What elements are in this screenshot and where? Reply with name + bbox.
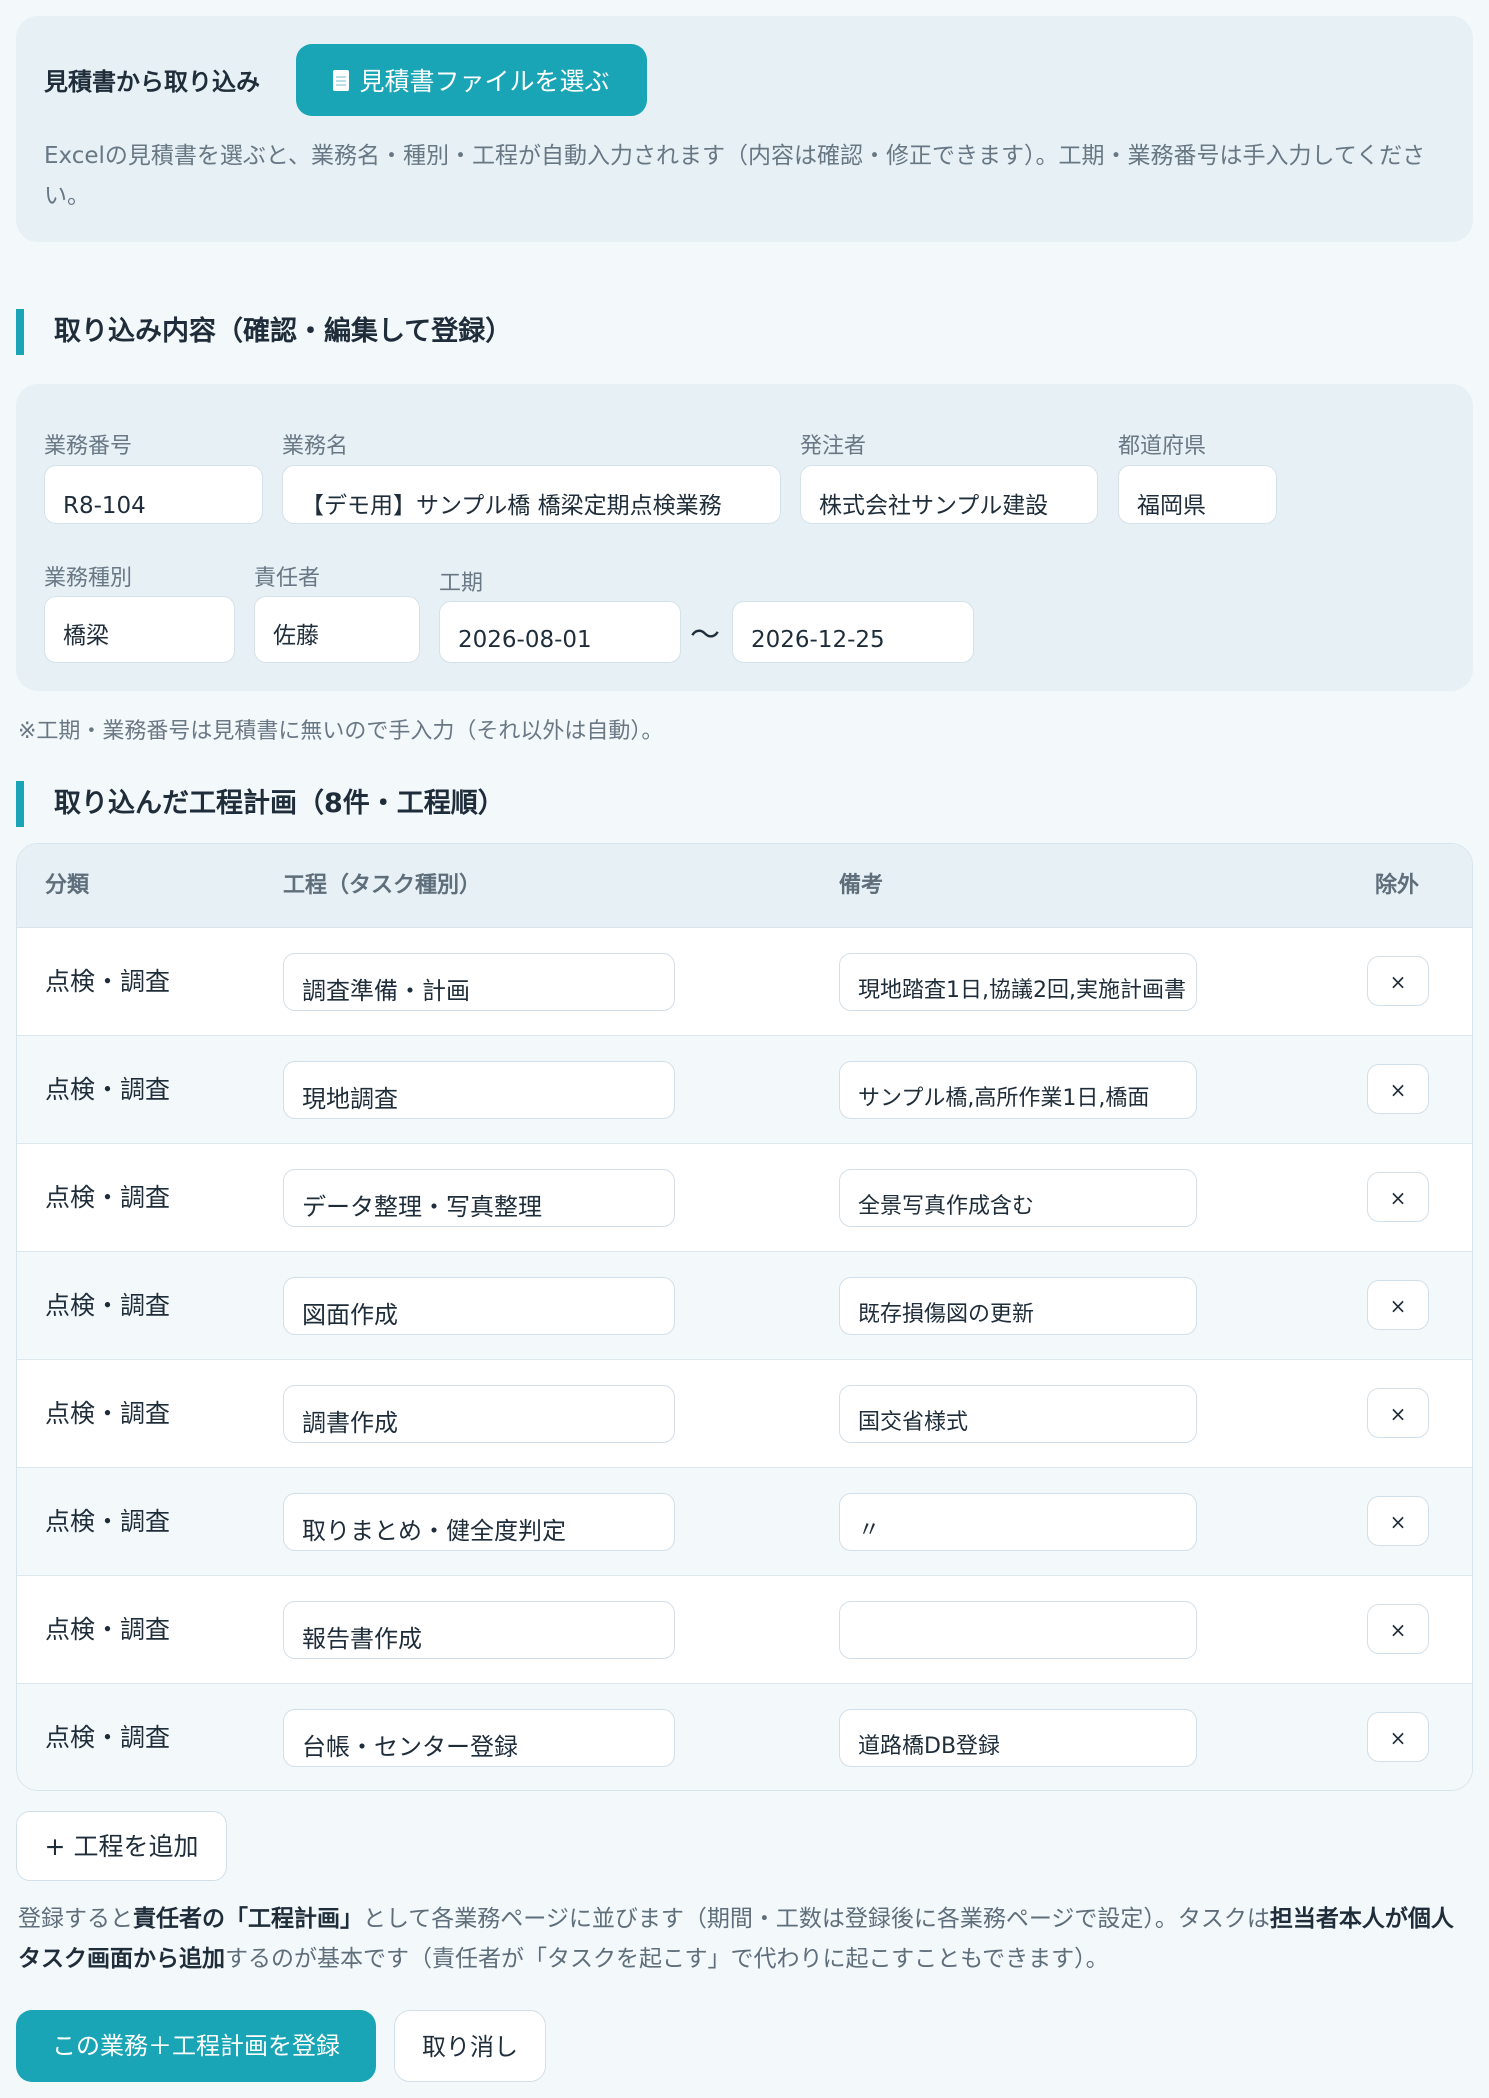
table-row: 点検・調査 図面作成 既存損傷図の更新 × [17, 1252, 1472, 1360]
row-memo-input[interactable]: 〃 [839, 1493, 1197, 1551]
table-row: 点検・調査 報告書作成 × [17, 1576, 1472, 1684]
row-category: 点検・調査 [45, 1183, 171, 1212]
row-remove-button[interactable]: × [1367, 1172, 1429, 1222]
cancel-button[interactable]: 取り消し [394, 2010, 546, 2082]
table-row: 点検・調査 取りまとめ・健全度判定 〃 × [17, 1468, 1472, 1576]
period-label: 工期 [439, 571, 484, 596]
row-task-input[interactable]: 図面作成 [283, 1277, 675, 1335]
row-remove-button[interactable]: × [1367, 956, 1429, 1006]
prefecture-field[interactable]: 福岡県 [1118, 465, 1277, 524]
table-header: 分類 工程（タスク種別） 備考 除外 [17, 844, 1472, 928]
content-section-heading: 取り込み内容（確認・編集して登録） [16, 309, 512, 355]
period-start-field[interactable]: 2026-08-01 [439, 601, 681, 663]
info-text-2: として各業務ページに並びます（期間・工数は登録後に各業務ページで設定）。タスクは [363, 1906, 1270, 1932]
row-task-input[interactable]: 現地調査 [283, 1061, 675, 1119]
period-separator: 〜 [690, 618, 720, 653]
row-remove-button[interactable]: × [1367, 1280, 1429, 1330]
table-row: 点検・調査 調書作成 国交省様式 × [17, 1360, 1472, 1468]
row-task-input[interactable]: 取りまとめ・健全度判定 [283, 1493, 675, 1551]
table-row: 点検・調査 現地調査 サンプル橋,高所作業1日,橋面 × [17, 1036, 1472, 1144]
job-type-field[interactable]: 橋梁 [44, 596, 235, 663]
row-memo-input[interactable] [839, 1601, 1197, 1659]
column-header-category: 分類 [45, 873, 90, 898]
row-category: 点検・調査 [45, 1075, 171, 1104]
manager-label: 責任者 [254, 566, 321, 591]
row-memo-input[interactable]: 全景写真作成含む [839, 1169, 1197, 1227]
row-category: 点検・調査 [45, 967, 171, 996]
table-row: 点検・調査 台帳・センター登録 道路橋DB登録 × [17, 1684, 1472, 1790]
process-table: 分類 工程（タスク種別） 備考 除外 点検・調査 調査準備・計画 現地踏査1日,協議… [16, 843, 1473, 1791]
row-remove-button[interactable]: × [1367, 1388, 1429, 1438]
row-category: 点検・調査 [45, 1723, 171, 1752]
row-memo-input[interactable]: サンプル橋,高所作業1日,橋面 [839, 1061, 1197, 1119]
row-task-input[interactable]: 報告書作成 [283, 1601, 675, 1659]
row-task-input[interactable]: 調査準備・計画 [283, 953, 675, 1011]
job-name-label: 業務名 [282, 434, 349, 459]
info-text-3: するのが基本です（責任者が「タスクを起こす」で代わりに起こすこともできます）。 [225, 1946, 1109, 1972]
row-memo-input[interactable]: 道路橋DB登録 [839, 1709, 1197, 1767]
process-section-heading: 取り込んだ工程計画（8件・工程順） [16, 781, 505, 827]
choose-estimate-file-label: 見積書ファイルを選ぶ [359, 67, 610, 96]
client-label: 発注者 [800, 434, 867, 459]
row-task-input[interactable]: 台帳・センター登録 [283, 1709, 675, 1767]
job-name-field[interactable]: 【デモ用】サンプル橋 橋梁定期点検業務 [282, 465, 781, 524]
register-button[interactable]: この業務＋工程計画を登録 [16, 2010, 376, 2082]
row-category: 点検・調査 [45, 1399, 171, 1428]
row-task-input[interactable]: 調書作成 [283, 1385, 675, 1443]
row-remove-button[interactable]: × [1367, 1712, 1429, 1762]
row-category: 点検・調査 [45, 1615, 171, 1644]
manager-field[interactable]: 佐藤 [254, 596, 420, 663]
table-row: 点検・調査 調査準備・計画 現地踏査1日,協議2回,実施計画書 × [17, 928, 1472, 1036]
column-header-remove: 除外 [1375, 873, 1420, 898]
row-memo-input[interactable]: 現地踏査1日,協議2回,実施計画書 [839, 953, 1197, 1011]
prefecture-label: 都道府県 [1118, 434, 1207, 459]
row-task-input[interactable]: データ整理・写真整理 [283, 1169, 675, 1227]
job-number-field[interactable]: R8-104 [44, 465, 263, 524]
import-title: 見積書から取り込み [44, 68, 260, 96]
registration-info: 登録すると責任者の「工程計画」として各業務ページに並びます（期間・工数は登録後に… [18, 1899, 1468, 1979]
row-category: 点検・調査 [45, 1507, 171, 1536]
row-category: 点検・調査 [45, 1291, 171, 1320]
choose-estimate-file-button[interactable]: 見積書ファイルを選ぶ [296, 44, 647, 116]
manual-input-note: ※工期・業務番号は見積書に無いので手入力（それ以外は自動）。 [18, 719, 664, 744]
client-field[interactable]: 株式会社サンプル建設 [800, 465, 1098, 524]
row-remove-button[interactable]: × [1367, 1496, 1429, 1546]
info-bold-1: 責任者の「工程計画」 [133, 1906, 363, 1932]
row-remove-button[interactable]: × [1367, 1064, 1429, 1114]
table-row: 点検・調査 データ整理・写真整理 全景写真作成含む × [17, 1144, 1472, 1252]
row-memo-input[interactable]: 既存損傷図の更新 [839, 1277, 1197, 1335]
row-memo-input[interactable]: 国交省様式 [839, 1385, 1197, 1443]
job-number-label: 業務番号 [44, 434, 133, 459]
job-type-label: 業務種別 [44, 566, 133, 591]
row-remove-button[interactable]: × [1367, 1604, 1429, 1654]
period-end-field[interactable]: 2026-12-25 [732, 601, 974, 663]
column-header-memo: 備考 [839, 873, 884, 898]
add-process-button[interactable]: + 工程を追加 [16, 1811, 227, 1881]
column-header-task: 工程（タスク種別） [283, 873, 482, 898]
info-text-1: 登録すると [18, 1906, 133, 1932]
document-icon [333, 69, 350, 91]
import-description: Excelの見積書を選ぶと、業務名・種別・工程が自動入力されます（内容は確認・修… [44, 143, 1426, 209]
